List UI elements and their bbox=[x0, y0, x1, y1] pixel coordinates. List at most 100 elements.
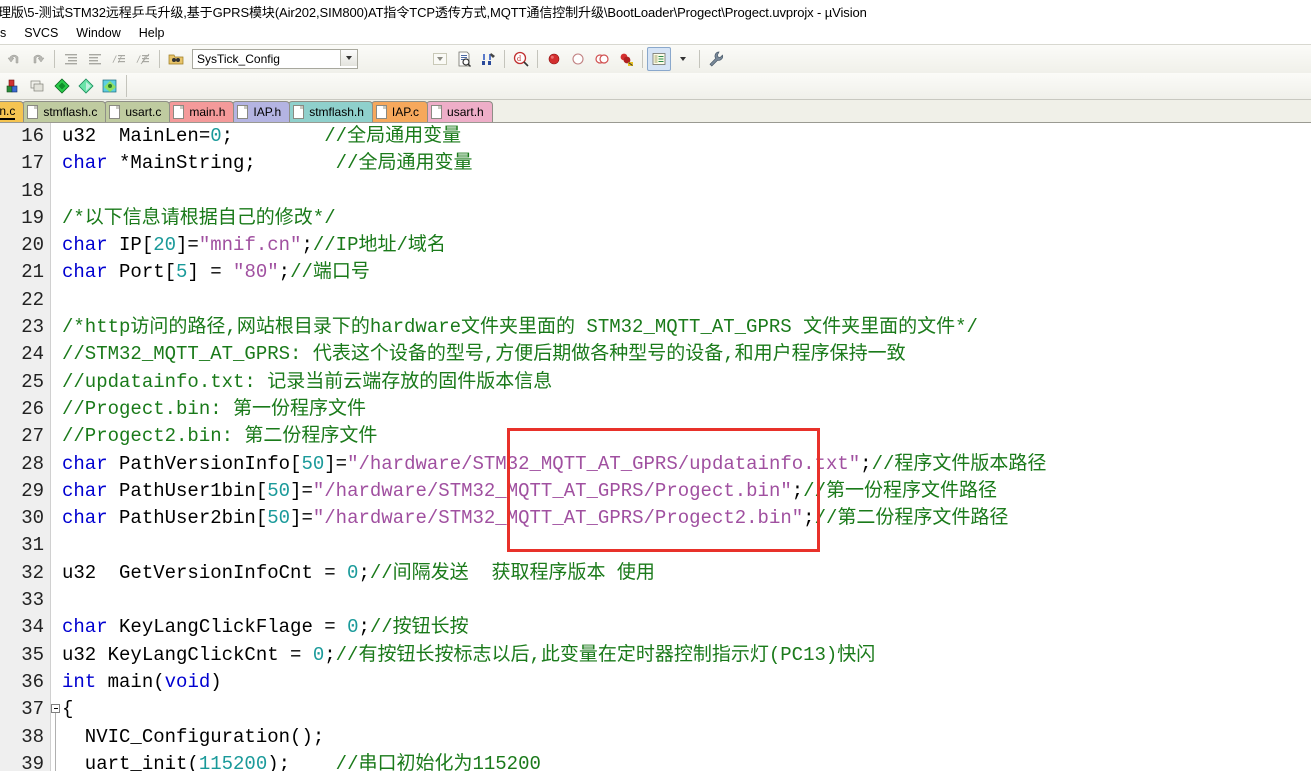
code-line[interactable]: 17 char *MainString; //全局通用变量 bbox=[0, 150, 1311, 177]
manage-project-icon bbox=[652, 53, 666, 65]
code-line-text: //updatainfo.txt: 记录当前云端存放的固件版本信息 bbox=[62, 369, 552, 396]
code-line[interactable]: 21 char Port[5] = "80";//端口号 bbox=[0, 259, 1311, 286]
books-window-button[interactable] bbox=[26, 74, 50, 98]
fold-guide-line bbox=[55, 750, 56, 771]
code-token: "/hardware/STM32_MQTT_AT_GPRS/Progect.bi… bbox=[312, 479, 792, 502]
code-line[interactable]: 27 //Progect2.bin: 第二份程序文件 bbox=[0, 423, 1311, 450]
code-line[interactable]: 29 char PathUser1bin[50]="/hardware/STM32… bbox=[0, 478, 1311, 505]
code-token: PathUser1bin[ bbox=[107, 479, 268, 502]
fold-column bbox=[50, 750, 62, 771]
code-token: 0 bbox=[210, 125, 222, 147]
outline-button[interactable] bbox=[452, 47, 476, 71]
editor-tab-main-h[interactable]: main.h bbox=[168, 101, 235, 122]
view-toolbar-row bbox=[0, 73, 1311, 99]
code-token: char bbox=[62, 452, 108, 475]
line-number: 39 bbox=[21, 752, 44, 771]
code-line[interactable]: 25 //updatainfo.txt: 记录当前云端存放的固件版本信息 bbox=[0, 369, 1311, 396]
build-output-button[interactable] bbox=[98, 74, 122, 98]
functions-window-button[interactable] bbox=[50, 74, 74, 98]
code-line[interactable]: 26 //Progect.bin: 第一份程序文件 bbox=[0, 396, 1311, 423]
code-token: /*以下信息请根据自己的修改*/ bbox=[62, 206, 336, 229]
editor-tab-usart-h[interactable]: usart.h bbox=[426, 101, 493, 122]
code-line-text: u32 MainLen=0; //全局通用变量 bbox=[62, 123, 461, 150]
code-token: int bbox=[62, 670, 97, 693]
fold-column bbox=[50, 723, 62, 751]
code-token: "/hardware/STM32_MQTT_AT_GPRS/Progect2.b… bbox=[312, 507, 804, 530]
fold-column bbox=[50, 505, 62, 532]
build-output-icon bbox=[102, 79, 117, 93]
code-line[interactable]: 33 bbox=[0, 587, 1311, 614]
editor-tab-IAP-h[interactable]: IAP.h bbox=[232, 101, 291, 122]
menu-item-svcs[interactable]: SVCS bbox=[15, 24, 67, 42]
code-line[interactable]: 39 uart_init(115200); //串口初始化为115200 bbox=[0, 750, 1311, 771]
editor-tab-stmflash-h[interactable]: stmflash.h bbox=[288, 101, 373, 122]
project-window-button[interactable] bbox=[2, 74, 26, 98]
code-token: 115200 bbox=[198, 752, 268, 771]
indent-right-button[interactable] bbox=[59, 47, 83, 71]
code-line[interactable]: 18 bbox=[0, 178, 1311, 205]
code-line[interactable]: 34 char KeyLangClickFlage = 0;//按钮长按 bbox=[0, 614, 1311, 641]
code-line[interactable]: 16 u32 MainLen=0; //全局通用变量 bbox=[0, 123, 1311, 150]
editor-tab-stmflash-c[interactable]: stmflash.c bbox=[22, 101, 107, 122]
code-line[interactable]: 32 u32 GetVersionInfoCnt = 0;//间隔发送 获取程序版… bbox=[0, 560, 1311, 587]
uncomment-block-button[interactable]: // bbox=[131, 47, 155, 71]
editor-toolbar-row: // // SysTick_Config d bbox=[0, 45, 1311, 73]
code-line[interactable]: 35 u32 KeyLangClickCnt = 0;//有按钮长按标志以后,此变… bbox=[0, 642, 1311, 669]
document-outline-icon bbox=[458, 51, 471, 67]
insert-breakpoint-button[interactable] bbox=[542, 47, 566, 71]
fold-column bbox=[50, 396, 62, 423]
code-editor[interactable]: 16 u32 MainLen=0; //全局通用变量 17 char *MainStr… bbox=[0, 123, 1311, 771]
code-line-text: NVIC_Configuration(); bbox=[62, 724, 324, 751]
code-token: ; bbox=[301, 234, 313, 257]
chevron-down-icon[interactable] bbox=[340, 50, 357, 66]
code-line[interactable]: 30 char PathUser2bin[50]="/hardware/STM32… bbox=[0, 505, 1311, 532]
code-line[interactable]: 36 int main(void) bbox=[0, 669, 1311, 696]
editor-tab-IAP-c[interactable]: IAP.c bbox=[370, 101, 429, 122]
find-in-files-button[interactable]: d bbox=[509, 47, 533, 71]
toolbar-separator bbox=[642, 50, 643, 68]
line-number: 16 bbox=[21, 125, 44, 147]
goto-definition-button[interactable] bbox=[476, 47, 500, 71]
fold-column bbox=[50, 150, 62, 177]
menu-item-window[interactable]: Window bbox=[67, 24, 129, 42]
templates-window-button[interactable] bbox=[74, 74, 98, 98]
fold-column bbox=[50, 123, 62, 150]
editor-tabstrip: main.c stmflash.c usart.c main.h IAP.h stmfla… bbox=[0, 100, 1311, 123]
function-dropdown-button[interactable] bbox=[428, 47, 452, 71]
editor-tab-label: main.c bbox=[0, 104, 16, 120]
code-line[interactable]: 38 NVIC_Configuration(); bbox=[0, 723, 1311, 751]
fold-collapse-icon[interactable] bbox=[51, 704, 60, 714]
kill-all-breakpoints-button[interactable] bbox=[614, 47, 638, 71]
code-line[interactable]: 20 char IP[20]="mnif.cn";//IP地址/域名 bbox=[0, 232, 1311, 259]
code-token: ]= bbox=[290, 507, 313, 530]
code-line[interactable]: 24 //STM32_MQTT_AT_GPRS: 代表这个设备的型号,方便后期做各… bbox=[0, 341, 1311, 368]
menu-item-s[interactable]: s bbox=[0, 24, 15, 42]
disable-breakpoint-button[interactable] bbox=[590, 47, 614, 71]
editor-tab-usart-c[interactable]: usart.c bbox=[104, 101, 171, 122]
code-token: //按钮长按 bbox=[369, 616, 469, 639]
code-line[interactable]: 37 { bbox=[0, 696, 1311, 724]
configuration-wizard-button[interactable] bbox=[164, 47, 188, 71]
target-combo[interactable]: SysTick_Config bbox=[192, 49, 358, 69]
toolbar-separator bbox=[126, 75, 127, 97]
undo-button[interactable] bbox=[2, 47, 26, 71]
remove-breakpoint-button[interactable] bbox=[566, 47, 590, 71]
code-line[interactable]: 28 char PathVersionInfo[50]="/hardware/ST… bbox=[0, 451, 1311, 478]
code-line[interactable]: 19 /*以下信息请根据自己的修改*/ bbox=[0, 205, 1311, 232]
editor-tab-main-c[interactable]: main.c bbox=[0, 101, 25, 122]
redo-button[interactable] bbox=[26, 47, 50, 71]
code-line[interactable]: 22 bbox=[0, 287, 1311, 314]
indent-left-button[interactable] bbox=[83, 47, 107, 71]
fold-column[interactable] bbox=[50, 696, 62, 724]
code-line[interactable]: 31 bbox=[0, 532, 1311, 559]
wrench-icon bbox=[709, 51, 724, 67]
code-line[interactable]: 23 /*http访问的路径,网站根目录下的hardware文件夹里面的 STM3… bbox=[0, 314, 1311, 341]
manage-project-items-button[interactable] bbox=[647, 47, 671, 71]
configure-target-options-button[interactable] bbox=[704, 47, 728, 71]
window-title: 理版\5-测试STM32远程乒乓升级,基于GPRS模块(Air202,SIM80… bbox=[0, 4, 867, 20]
code-token: 0 bbox=[312, 643, 325, 666]
menu-item-help[interactable]: Help bbox=[130, 24, 174, 42]
line-number: 36 bbox=[21, 670, 44, 693]
manage-dropdown-button[interactable] bbox=[671, 47, 695, 71]
comment-block-button[interactable]: // bbox=[107, 47, 131, 71]
